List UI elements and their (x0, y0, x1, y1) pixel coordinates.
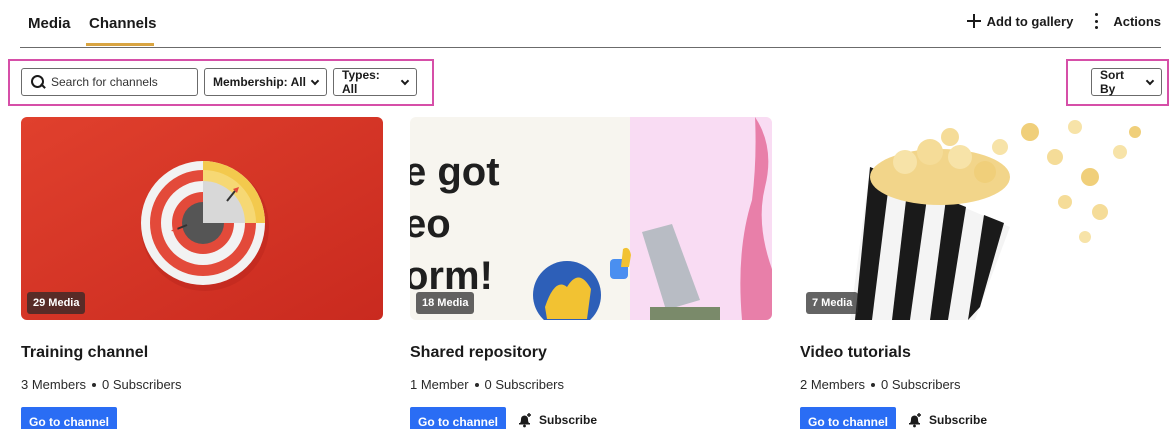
subscriber-count: 0 Subscribers (881, 377, 961, 392)
subscribe-button[interactable]: Subscribe (907, 412, 987, 428)
member-count: 2 Members (800, 377, 866, 392)
channel-title[interactable]: Training channel (21, 344, 148, 362)
channel-stats: 2 Members 0 Subscribers (800, 377, 961, 392)
video-platform-promo-image: e got eo orm! (410, 117, 772, 320)
actions-menu-button[interactable]: Actions (1095, 13, 1161, 29)
tab-channels[interactable]: Channels (89, 15, 157, 32)
tab-media[interactable]: Media (28, 15, 71, 32)
channel-stats: 1 Member 0 Subscribers (410, 377, 564, 392)
separator-dot (92, 382, 97, 387)
membership-filter-label: Membership: All (213, 75, 306, 89)
add-to-gallery-label: Add to gallery (986, 13, 1074, 29)
header-actions: Add to gallery Actions (966, 13, 1161, 29)
channel-thumbnail[interactable]: 29 Media (21, 117, 383, 320)
channel-card: e got eo orm! 18 Media Shared repository… (410, 117, 772, 429)
separator-dot (871, 382, 876, 387)
channel-thumbnail[interactable]: 7 Media (800, 117, 1162, 320)
go-to-channel-button[interactable]: Go to channel (800, 407, 897, 429)
media-count-badge: 29 Media (27, 292, 86, 314)
go-to-channel-button[interactable]: Go to channel (410, 407, 507, 429)
popcorn-image (800, 117, 1162, 320)
chevron-down-icon (310, 76, 320, 85)
target-dartboard-image (21, 117, 383, 320)
subscribe-label: Subscribe (929, 413, 988, 427)
promo-text-line: e got (410, 150, 500, 194)
channel-title[interactable]: Shared repository (410, 344, 547, 362)
actions-label: Actions (1113, 13, 1161, 29)
member-count: 3 Members (21, 377, 87, 392)
chevron-down-icon (400, 76, 410, 85)
promo-text-line: eo (410, 202, 451, 246)
subscriber-count: 0 Subscribers (102, 377, 182, 392)
top-navigation: Media Channels Add to gallery Actions (20, 0, 1161, 48)
search-input[interactable] (51, 75, 191, 89)
active-tab-indicator (86, 43, 154, 46)
sort-by-dropdown[interactable]: Sort By (1091, 68, 1162, 96)
membership-filter-dropdown[interactable]: Membership: All (204, 68, 327, 96)
bell-plus-icon (519, 413, 531, 428)
plus-icon (966, 14, 981, 28)
search-icon (31, 75, 45, 89)
subscriber-count: 0 Subscribers (484, 377, 565, 392)
add-to-gallery-button[interactable]: Add to gallery (966, 13, 1074, 29)
types-filter-dropdown[interactable]: Types: All (333, 68, 417, 96)
media-count-badge: 7 Media (806, 292, 859, 314)
vertical-dots-icon (1095, 13, 1099, 29)
separator-dot (474, 382, 479, 387)
channel-card: 7 Media Video tutorials 2 Members 0 Subsc… (800, 117, 1162, 429)
types-filter-label: Types: All (342, 68, 380, 96)
channel-stats: 3 Members 0 Subscribers (21, 377, 182, 392)
go-to-channel-button[interactable]: Go to channel (21, 407, 118, 429)
subscribe-button[interactable]: Subscribe (517, 412, 597, 428)
media-count-badge: 18 Media (416, 292, 475, 314)
subscribe-label: Subscribe (539, 413, 598, 427)
member-count: 1 Member (410, 377, 469, 392)
bell-plus-icon (909, 413, 921, 428)
channel-card: 29 Media Training channel 3 Members 0 Sub… (21, 117, 383, 429)
channel-thumbnail[interactable]: e got eo orm! 18 Media (410, 117, 772, 320)
chevron-down-icon (1145, 76, 1155, 85)
channel-title[interactable]: Video tutorials (800, 344, 911, 362)
sort-by-label: Sort By (1100, 68, 1124, 96)
search-field[interactable] (21, 68, 198, 96)
